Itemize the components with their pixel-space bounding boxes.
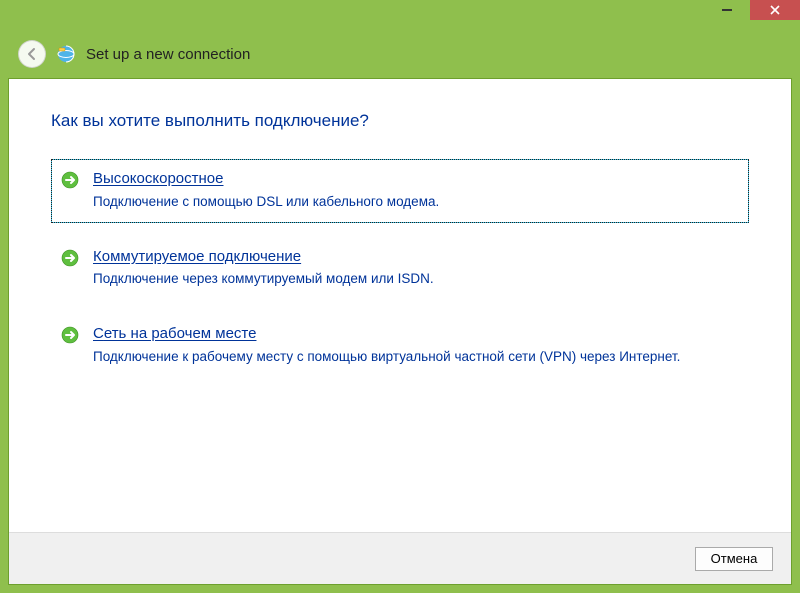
- option-title: Сеть на рабочем месте: [93, 324, 739, 344]
- arrow-right-icon: [61, 171, 79, 189]
- connection-option[interactable]: Сеть на рабочем месте Подключение к рабоч…: [51, 314, 749, 378]
- header: Set up a new connection: [8, 30, 792, 78]
- client-area: Set up a new connection Как вы хотите вы…: [8, 30, 792, 585]
- option-description: Подключение с помощью DSL или кабельного…: [93, 193, 739, 211]
- minimize-button[interactable]: [704, 0, 750, 20]
- window-controls: [704, 0, 800, 20]
- wizard-icon: [56, 44, 76, 64]
- wizard-window: Set up a new connection Как вы хотите вы…: [0, 0, 800, 593]
- option-accesskey: К: [93, 248, 102, 265]
- option-title: Высокоскоростное: [93, 169, 739, 189]
- option-description: Подключение через коммутируемый модем ил…: [93, 270, 739, 288]
- option-title: Коммутируемое подключение: [93, 247, 739, 267]
- window-title: Set up a new connection: [86, 46, 250, 63]
- page-heading: Как вы хотите выполнить подключение?: [51, 111, 749, 131]
- arrow-right-icon: [61, 326, 79, 344]
- content-pane: Как вы хотите выполнить подключение? Выс…: [8, 78, 792, 585]
- option-accesskey: С: [93, 325, 104, 342]
- back-button[interactable]: [18, 40, 46, 68]
- titlebar: [0, 0, 800, 30]
- connection-option[interactable]: Высокоскоростное Подключение с помощью DS…: [51, 159, 749, 223]
- arrow-right-icon: [61, 249, 79, 267]
- footer: Отмена: [9, 532, 791, 584]
- cancel-button[interactable]: Отмена: [695, 547, 773, 571]
- close-button[interactable]: [750, 0, 800, 20]
- option-description: Подключение к рабочему месту с помощью в…: [93, 348, 739, 366]
- option-accesskey: В: [93, 170, 103, 187]
- connection-option[interactable]: Коммутируемое подключение Подключение чер…: [51, 237, 749, 301]
